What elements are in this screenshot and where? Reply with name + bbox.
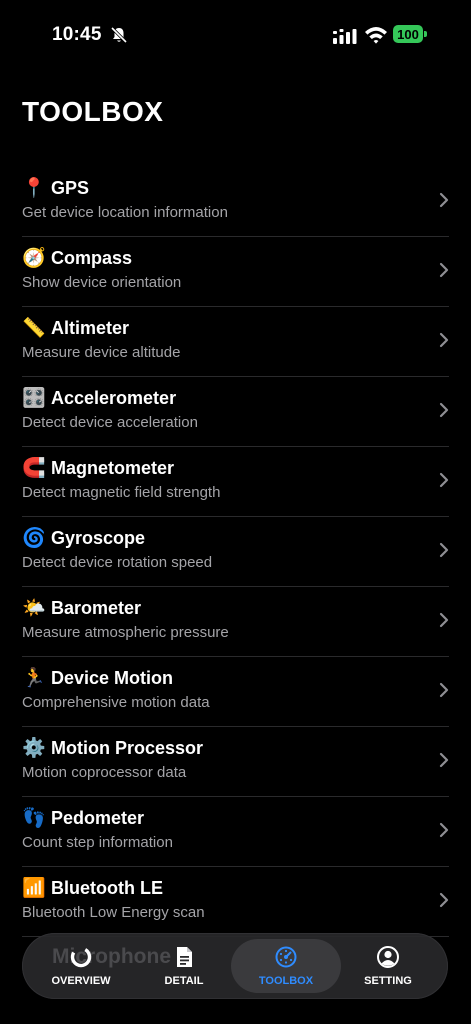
chevron-right-icon: [439, 332, 449, 348]
chevron-right-icon: [439, 612, 449, 628]
battery-tip: [424, 31, 427, 37]
battery-indicator: 100: [393, 25, 423, 43]
person-icon: [377, 946, 399, 968]
tool-list: 📍 GPS Get device location information 🧭 …: [22, 167, 449, 937]
pin-icon: 📍: [22, 178, 46, 199]
tool-subtitle: Measure device altitude: [22, 344, 181, 361]
tool-item-magnetometer[interactable]: 🧲 Magnetometer Detect magnetic field str…: [22, 447, 449, 517]
footprints-icon: 👣: [22, 808, 46, 829]
sun-cloud-icon: 🌤️: [22, 598, 46, 619]
page-title: TOOLBOX: [22, 96, 164, 127]
status-bar: 10:45 100: [0, 0, 471, 70]
tab-setting[interactable]: SETTING: [349, 939, 427, 993]
tab-bar: Microphone OVERVIEW DETAIL TOOLBOX SETTI…: [22, 933, 448, 999]
tool-title: Gyroscope: [51, 528, 146, 548]
tool-title: Bluetooth LE: [51, 878, 163, 898]
tool-item-bluetooth-le[interactable]: 📶 Bluetooth LE Bluetooth Low Energy scan: [22, 867, 449, 937]
chevron-right-icon: [439, 752, 449, 768]
tool-title: GPS: [51, 178, 90, 198]
tab-toolbox-label: TOOLBOX: [258, 975, 314, 987]
tool-item-gyroscope[interactable]: 🌀 Gyroscope Detect device rotation speed: [22, 517, 449, 587]
tab-detail-label: DETAIL: [164, 975, 204, 987]
tool-subtitle: Comprehensive motion data: [22, 694, 210, 711]
bell-off-icon: [110, 26, 128, 44]
overview-ring-icon: [70, 946, 92, 968]
ruler-icon: 📏: [22, 318, 46, 339]
chevron-right-icon: [439, 402, 449, 418]
tool-item-gps[interactable]: 📍 GPS Get device location information: [22, 167, 449, 237]
tool-subtitle: Count step information: [22, 834, 173, 851]
tool-item-motion-processor[interactable]: ⚙️ Motion Processor Motion coprocessor d…: [22, 727, 449, 797]
chevron-right-icon: [439, 822, 449, 838]
tab-toolbox[interactable]: TOOLBOX: [231, 939, 341, 993]
magnet-icon: 🧲: [22, 458, 46, 479]
tool-subtitle: Bluetooth Low Energy scan: [22, 904, 205, 921]
chevron-right-icon: [439, 682, 449, 698]
tool-title: Magnetometer: [51, 458, 175, 478]
document-icon: [177, 947, 192, 967]
signal-bars-icon: 📶: [22, 878, 46, 899]
cyclone-icon: 🌀: [22, 528, 46, 549]
toolbox-dial-icon: [275, 946, 297, 968]
chevron-right-icon: [439, 472, 449, 488]
chevron-right-icon: [439, 542, 449, 558]
runner-icon: 🏃: [22, 668, 46, 689]
tool-title: Pedometer: [51, 808, 145, 828]
tab-setting-label: SETTING: [364, 975, 412, 987]
tab-detail[interactable]: DETAIL: [145, 939, 223, 993]
tool-subtitle: Measure atmospheric pressure: [22, 624, 229, 641]
tool-title: Altimeter: [51, 318, 130, 338]
tool-item-altimeter[interactable]: 📏 Altimeter Measure device altitude: [22, 307, 449, 377]
wifi-icon: [365, 27, 387, 44]
tool-item-device-motion[interactable]: 🏃 Device Motion Comprehensive motion dat…: [22, 657, 449, 727]
tool-subtitle: Get device location information: [22, 204, 228, 221]
chevron-right-icon: [439, 892, 449, 908]
control-knobs-icon: 🎛️: [22, 388, 46, 409]
tool-subtitle: Show device orientation: [22, 274, 182, 291]
chevron-right-icon: [439, 262, 449, 278]
tool-title: Compass: [51, 248, 133, 268]
tool-subtitle: Detect magnetic field strength: [22, 484, 221, 501]
status-time: 10:45: [52, 24, 102, 45]
gear-icon: ⚙️: [22, 738, 46, 759]
chevron-right-icon: [439, 192, 449, 208]
tool-item-compass[interactable]: 🧭 Compass Show device orientation: [22, 237, 449, 307]
tool-subtitle: Detect device acceleration: [22, 414, 198, 431]
tab-overview[interactable]: OVERVIEW: [42, 939, 120, 993]
tool-item-accelerometer[interactable]: 🎛️ Accelerometer Detect device accelerat…: [22, 377, 449, 447]
tool-item-barometer[interactable]: 🌤️ Barometer Measure atmospheric pressur…: [22, 587, 449, 657]
tab-overview-label: OVERVIEW: [51, 975, 111, 987]
tool-title: Motion Processor: [51, 738, 204, 758]
cellular-signal-icon: [333, 29, 357, 44]
tool-title: Accelerometer: [51, 388, 177, 408]
tool-subtitle: Detect device rotation speed: [22, 554, 213, 571]
tool-title: Device Motion: [51, 668, 174, 688]
tool-subtitle: Motion coprocessor data: [22, 764, 187, 781]
compass-icon: 🧭: [22, 248, 46, 269]
tool-title: Barometer: [51, 598, 142, 618]
tool-item-pedometer[interactable]: 👣 Pedometer Count step information: [22, 797, 449, 867]
